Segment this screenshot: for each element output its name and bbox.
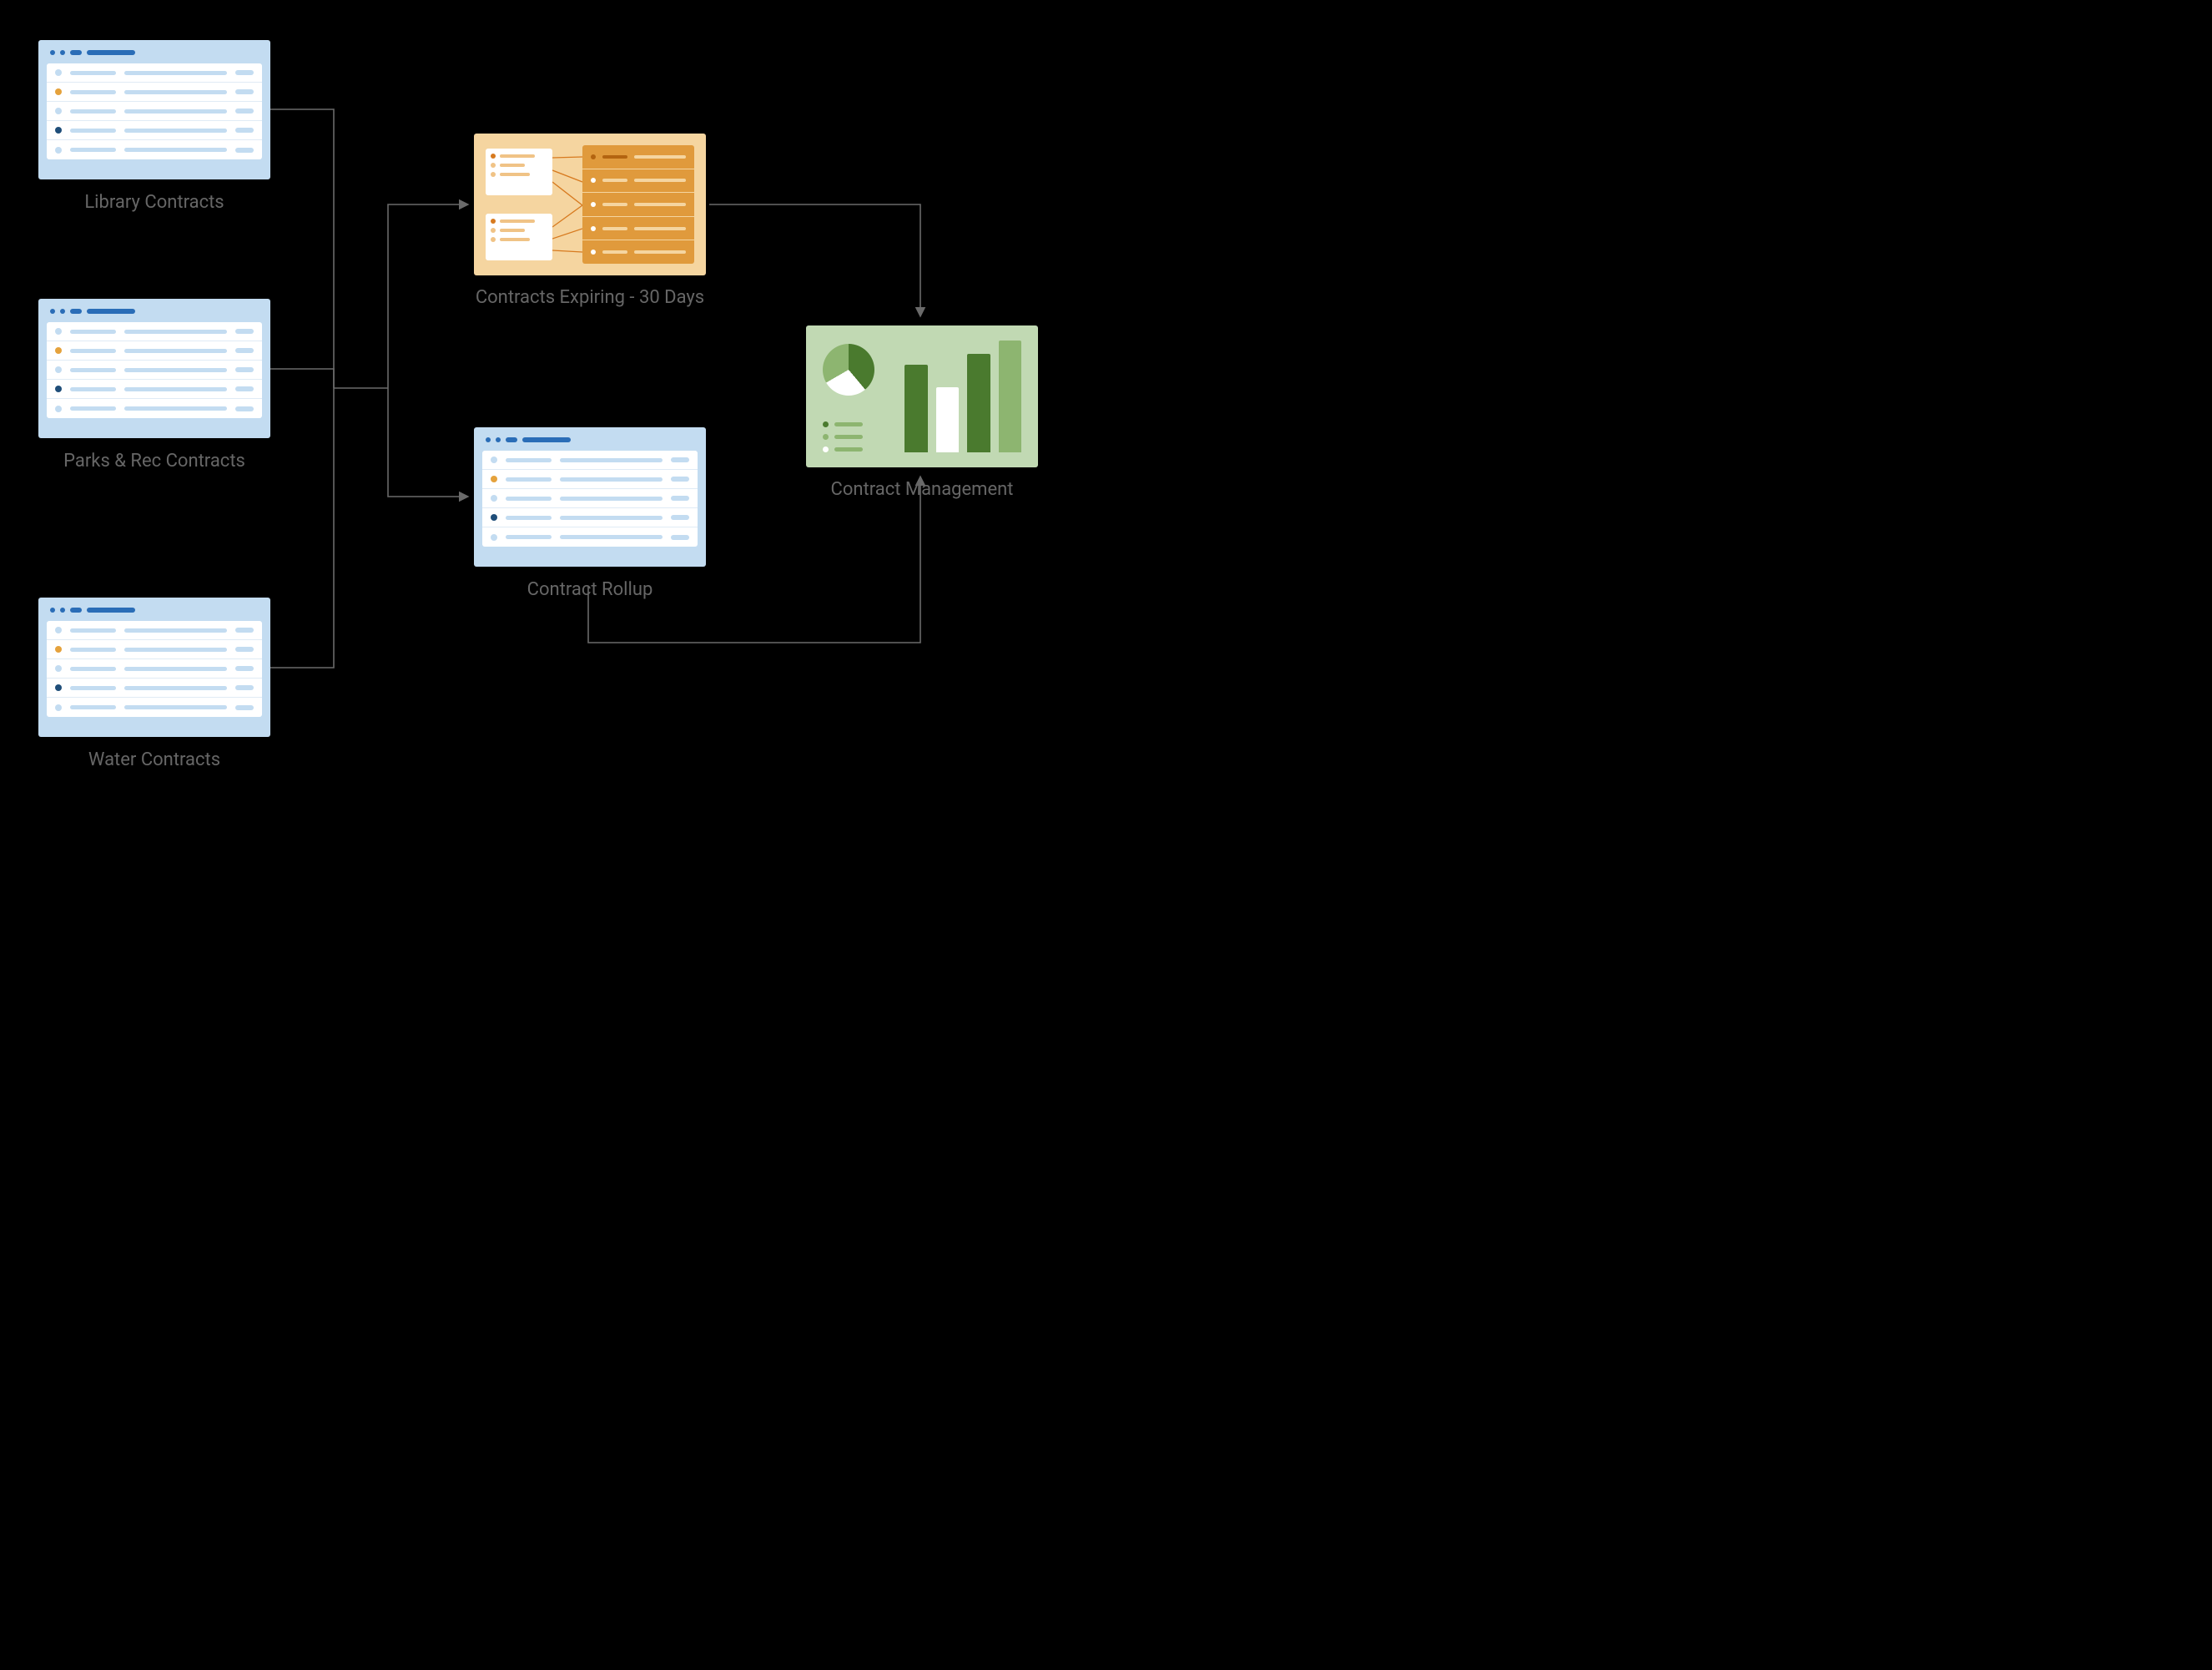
label-parks: Parks & Rec Contracts: [38, 449, 270, 475]
card-rows: [482, 451, 698, 547]
bar-chart-icon: [904, 341, 1021, 452]
node-contracts-expiring: [474, 134, 706, 275]
node-contract-rollup: [474, 427, 706, 567]
card-rows: [47, 322, 262, 418]
merge-lines-icon: [552, 145, 582, 264]
diagram-canvas: Library Contracts Parks & Rec Contracts: [0, 0, 1106, 835]
card-rows: [47, 621, 262, 717]
node-contract-management: [806, 325, 1038, 467]
node-library-contracts: [38, 40, 270, 179]
card-rows: [47, 63, 262, 159]
node-parks-contracts: [38, 299, 270, 438]
merged-list: [582, 145, 694, 264]
card-header: [47, 307, 262, 322]
label-rollup: Contract Rollup: [474, 578, 706, 603]
label-library: Library Contracts: [38, 190, 270, 216]
label-expiring: Contracts Expiring - 30 Days: [474, 285, 706, 311]
pie-chart-icon: [823, 344, 874, 396]
label-dashboard: Contract Management: [806, 477, 1038, 503]
card-header: [482, 436, 698, 451]
mini-source-cards: [486, 145, 552, 264]
legend-icon: [823, 421, 889, 452]
label-water: Water Contracts: [38, 748, 270, 774]
node-water-contracts: [38, 598, 270, 737]
card-header: [47, 48, 262, 63]
card-header: [47, 606, 262, 621]
